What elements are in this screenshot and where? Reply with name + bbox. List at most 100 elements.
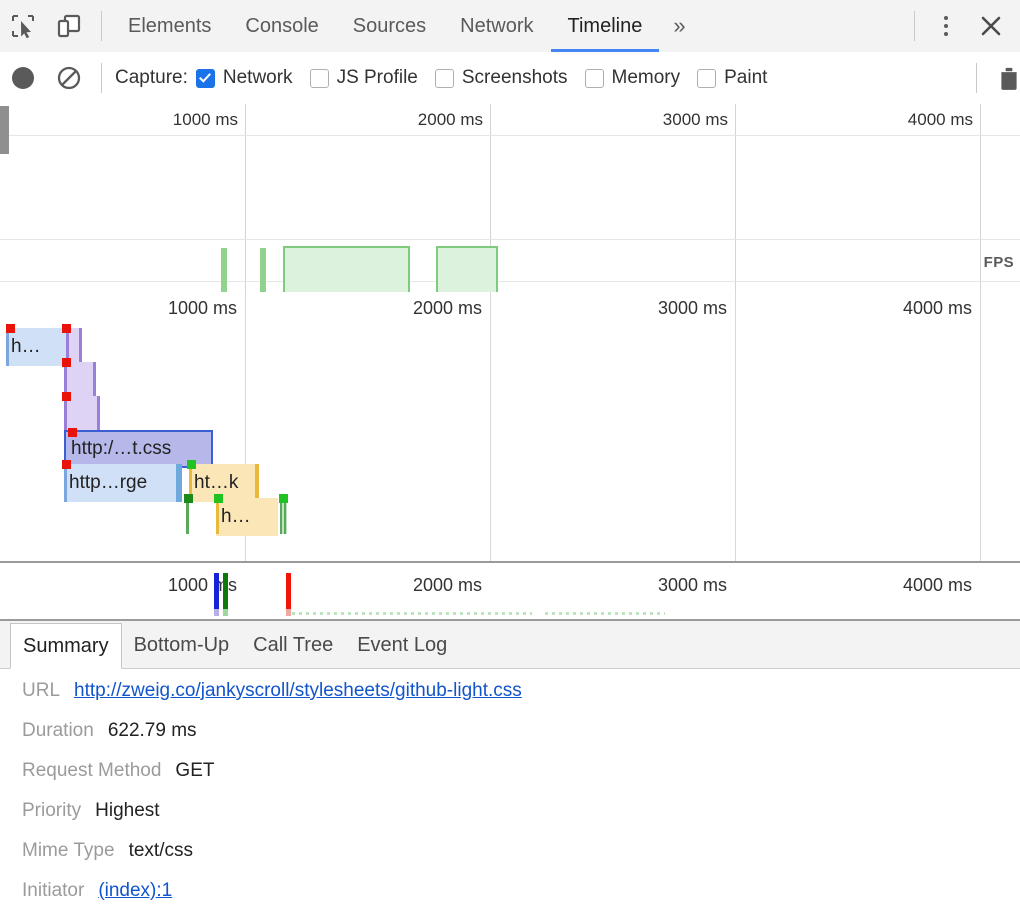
summary-row-initiator: Initiator (index):1 — [0, 880, 1020, 916]
summary-pane: Summary Bottom-Up Call Tree Event Log UR… — [0, 619, 1020, 916]
tab-event-log[interactable]: Event Log — [345, 622, 459, 668]
summary-value: GET — [175, 760, 214, 782]
request-finish-marker — [214, 494, 223, 503]
summary-value: text/css — [129, 840, 193, 862]
fps-bar — [260, 248, 266, 294]
detail-ruler: 1000 ms 2000 ms 3000 ms 4000 ms — [0, 292, 1020, 326]
checkbox-memory[interactable]: Memory — [585, 67, 681, 89]
overview-window-left-handle[interactable] — [0, 106, 9, 154]
capture-divider — [101, 63, 102, 93]
waterfall-bar-row-5[interactable]: ht…k — [189, 464, 259, 502]
fps-block — [283, 246, 410, 294]
summary-row-mime-type: Mime Type text/css — [0, 840, 1020, 880]
detail-tick-label: 3000 ms — [658, 298, 735, 319]
summary-row-request-method: Request Method GET — [0, 760, 1020, 800]
detail-bottom-tick-label: 4000 ms — [903, 575, 980, 596]
waterfall-bar-label: http:/…t.css — [66, 438, 171, 460]
event-marker-tail — [223, 609, 228, 616]
tab-summary[interactable]: Summary — [10, 623, 122, 669]
toolbar-divider-right — [914, 11, 915, 41]
waterfall-bar-edge — [79, 328, 82, 366]
checkbox-network-box[interactable] — [196, 69, 215, 88]
summary-value: Highest — [95, 800, 159, 822]
detail-bottom-tick-label: 3000 ms — [658, 575, 735, 596]
checkbox-screenshots-box[interactable] — [435, 69, 454, 88]
waterfall-bar-label: h… — [6, 336, 41, 358]
summary-value-initiator-link[interactable]: (index):1 — [98, 880, 172, 902]
overview-band-divider — [0, 135, 1020, 136]
overview-gridline — [735, 104, 736, 292]
event-marker-dotted-trail — [545, 612, 665, 615]
overview-tick-label: 3000 ms — [663, 110, 735, 130]
tab-timeline[interactable]: Timeline — [551, 0, 660, 52]
tab-network[interactable]: Network — [443, 0, 550, 52]
overview-band-divider — [0, 281, 1020, 282]
request-start-marker — [62, 358, 71, 367]
summary-key: Mime Type — [22, 840, 115, 862]
checkbox-js-profile[interactable]: JS Profile — [310, 67, 418, 89]
request-start-marker — [6, 324, 15, 333]
overview-band-divider — [0, 239, 1020, 240]
timeline-overview[interactable]: 1000 ms 2000 ms 3000 ms 4000 ms — [0, 104, 1020, 294]
event-marker-dom-content-loaded[interactable] — [214, 573, 219, 609]
tab-bottom-up[interactable]: Bottom-Up — [122, 622, 242, 668]
waterfall-bar-edge — [93, 362, 96, 400]
request-finish-marker — [187, 460, 196, 469]
summary-row-duration: Duration 622.79 ms — [0, 720, 1020, 760]
checkbox-paint-box[interactable] — [697, 69, 716, 88]
detail-gridline — [735, 292, 736, 563]
overview-gridline — [245, 104, 246, 292]
more-options-icon[interactable] — [924, 0, 968, 52]
waterfall-bar-edge — [176, 464, 182, 502]
summary-tabbar: Summary Bottom-Up Call Tree Event Log — [0, 621, 1020, 669]
checkbox-memory-box[interactable] — [585, 69, 604, 88]
summary-value-url-link[interactable]: http://zweig.co/jankyscroll/stylesheets/… — [74, 680, 522, 702]
event-marker-load[interactable] — [223, 573, 228, 609]
event-marker-dotted-trail — [292, 612, 532, 615]
capture-divider-right — [976, 63, 977, 93]
close-icon[interactable] — [968, 0, 1014, 52]
tab-sources[interactable]: Sources — [336, 0, 443, 52]
device-toolbar-icon[interactable] — [46, 1, 92, 51]
capture-toolbar: Capture: Network JS Profile Screenshots … — [0, 52, 1020, 105]
checkbox-network[interactable]: Network — [196, 67, 293, 89]
summary-details-list: URL http://zweig.co/jankyscroll/styleshe… — [0, 670, 1020, 916]
more-panels-icon[interactable]: » — [659, 0, 699, 52]
trash-bin-icon[interactable] — [986, 53, 1020, 103]
waterfall-bar-edge — [216, 498, 219, 534]
checkbox-js-profile-label: JS Profile — [337, 67, 418, 89]
checkbox-paint-label: Paint — [724, 67, 767, 89]
tabbar-right-controls — [905, 0, 1020, 52]
tab-call-tree[interactable]: Call Tree — [241, 622, 345, 668]
tab-elements[interactable]: Elements — [111, 0, 228, 52]
request-start-marker — [62, 392, 71, 401]
checkbox-js-profile-box[interactable] — [310, 69, 329, 88]
tab-console[interactable]: Console — [228, 0, 335, 52]
summary-row-url: URL http://zweig.co/jankyscroll/styleshe… — [0, 680, 1020, 720]
inspect-cursor-icon[interactable] — [0, 1, 46, 51]
checkbox-screenshots-label: Screenshots — [462, 67, 568, 89]
summary-value: 622.79 ms — [108, 720, 197, 742]
clear-prohibited-icon[interactable] — [46, 53, 92, 103]
waterfall-bar-row-0[interactable]: h… — [6, 328, 66, 366]
timeline-detail-waterfall[interactable]: 1000 ms 2000 ms 3000 ms 4000 ms h… — [0, 292, 1020, 619]
detail-gridline — [490, 292, 491, 563]
toolbar-divider — [101, 11, 102, 41]
summary-key: Request Method — [22, 760, 161, 782]
checkbox-memory-label: Memory — [612, 67, 681, 89]
detail-tick-label: 4000 ms — [903, 298, 980, 319]
capture-label: Capture: — [115, 67, 188, 89]
checkbox-network-label: Network — [223, 67, 293, 89]
waterfall-bar-edge — [186, 498, 189, 534]
waterfall-bar-row-6b[interactable] — [280, 498, 287, 534]
event-marker-first-paint[interactable] — [286, 573, 291, 609]
capture-right-controls — [967, 53, 1020, 103]
waterfall-bar-row-6[interactable]: h… — [216, 498, 278, 536]
overview-band-label-fps: FPS — [984, 254, 1014, 271]
record-circle-icon[interactable] — [0, 53, 46, 103]
waterfall-bar-row-4[interactable]: http…rge — [64, 464, 180, 502]
checkbox-paint[interactable]: Paint — [697, 67, 767, 89]
detail-tick-label: 2000 ms — [413, 298, 490, 319]
summary-key: Initiator — [22, 880, 84, 902]
checkbox-screenshots[interactable]: Screenshots — [435, 67, 568, 89]
